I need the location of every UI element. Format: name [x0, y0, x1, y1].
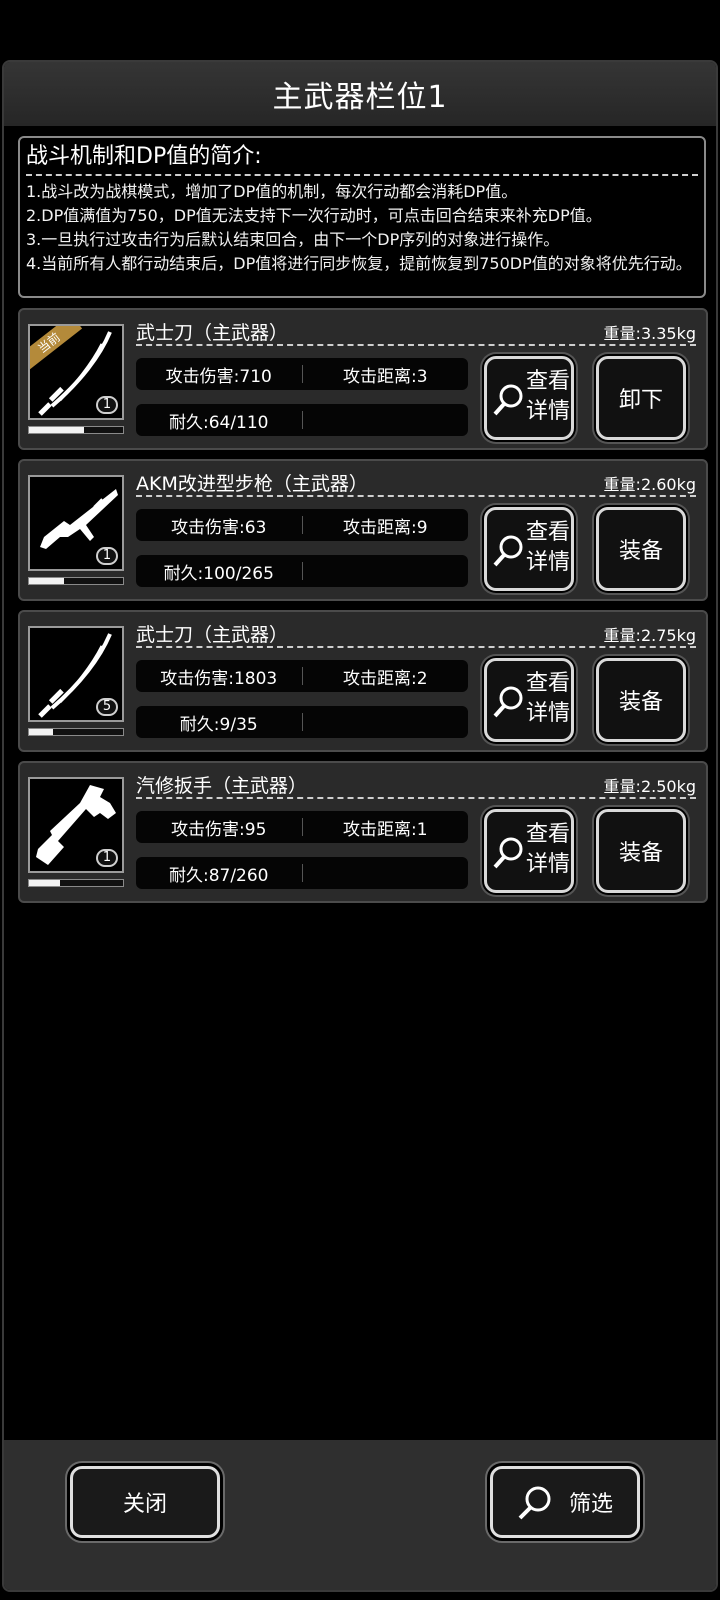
durability-stats: 耐久:87/260 — [136, 857, 468, 889]
view-details-label: 查看详情 — [525, 520, 570, 575]
divider — [136, 495, 696, 497]
weapon-card: 当前 1 武士刀（主武器） 重量:3.35kg 攻击伤害:710 攻击距离:3 … — [18, 308, 708, 450]
attack-damage: 攻击伤害:710 — [165, 366, 272, 387]
divider — [136, 646, 696, 648]
attack-range: 攻击距离:1 — [342, 819, 428, 840]
durability-text: 耐久:64/110 — [168, 412, 269, 433]
attack-stats: 攻击伤害:95 攻击距离:1 — [136, 811, 468, 843]
durability-stats: 耐久:64/110 — [136, 404, 468, 436]
weapon-thumbnail[interactable]: 1 — [28, 777, 124, 873]
weapon-name: 武士刀（主武器） — [136, 624, 289, 646]
magnifier-icon — [518, 1486, 551, 1520]
durability-bar — [28, 426, 124, 434]
view-details-label: 查看详情 — [525, 671, 570, 726]
weapon-card: 1 汽修扳手（主武器） 重量:2.50kg 攻击伤害:95 攻击距离:1 耐久:… — [18, 761, 708, 903]
divider — [136, 797, 696, 799]
separator — [301, 562, 303, 580]
weapon-weight: 重量:2.60kg — [603, 475, 696, 494]
title-bar: 主武器栏位1 — [4, 62, 716, 126]
attack-damage: 攻击伤害:63 — [171, 517, 267, 538]
divider — [26, 174, 698, 176]
attack-stats: 攻击伤害:63 攻击距离:9 — [136, 509, 468, 541]
durability-text: 耐久:100/265 — [163, 563, 274, 584]
weapon-thumbnail[interactable]: 1 — [28, 475, 124, 571]
combat-intro-box: 战斗机制和DP值的简介: 1.战斗改为战棋模式，增加了DP值的机制，每次行动都会… — [18, 136, 706, 298]
page-title: 主武器栏位1 — [272, 80, 448, 115]
weapon-card: 1 AKM改进型步枪（主武器） 重量:2.60kg 攻击伤害:63 攻击距离:9… — [18, 459, 708, 601]
close-button[interactable]: 关闭 — [70, 1466, 220, 1538]
weapon-weight: 重量:2.50kg — [603, 777, 696, 796]
attack-range: 攻击距离:9 — [342, 517, 428, 538]
attack-stats: 攻击伤害:710 攻击距离:3 — [136, 358, 468, 390]
filter-button[interactable]: 筛选 — [490, 1466, 640, 1538]
separator — [301, 713, 303, 731]
separator — [301, 864, 303, 882]
equip-button[interactable]: 装备 — [596, 809, 686, 893]
separator — [301, 411, 303, 429]
level-badge: 1 — [96, 396, 118, 414]
view-details-label: 查看详情 — [525, 822, 570, 877]
equip-button[interactable]: 装备 — [596, 507, 686, 591]
magnifier-icon — [493, 837, 523, 869]
view-details-button[interactable]: 查看详情 — [484, 356, 574, 440]
durability-text: 耐久:9/35 — [179, 714, 258, 735]
weapon-thumbnail[interactable]: 当前 1 — [28, 324, 124, 420]
divider — [136, 344, 696, 346]
level-badge: 1 — [96, 547, 118, 565]
attack-damage: 攻击伤害:95 — [171, 819, 267, 840]
attack-range: 攻击距离:2 — [342, 668, 428, 689]
weapon-name: 汽修扳手（主武器） — [136, 775, 308, 797]
intro-line: 4.当前所有人都行动结束后，DP值将进行同步恢复，提前恢复到750DP值的对象将… — [26, 254, 692, 273]
attack-stats: 攻击伤害:1803 攻击距离:2 — [136, 660, 468, 692]
level-badge: 5 — [96, 698, 118, 716]
intro-heading: 战斗机制和DP值的简介: — [26, 144, 262, 169]
weapon-name: AKM改进型步枪（主武器） — [136, 473, 368, 495]
filter-label: 筛选 — [568, 1492, 613, 1517]
attack-range: 攻击距离:3 — [342, 366, 428, 387]
view-details-button[interactable]: 查看详情 — [484, 809, 574, 893]
view-details-label: 查看详情 — [525, 369, 570, 424]
magnifier-icon — [493, 535, 523, 567]
view-details-button[interactable]: 查看详情 — [484, 507, 574, 591]
intro-line: 3.一旦执行过攻击行为后默认结束回合，由下一个DP序列的对象进行操作。 — [26, 230, 560, 249]
unequip-button[interactable]: 卸下 — [596, 356, 686, 440]
weapon-card: 5 武士刀（主武器） 重量:2.75kg 攻击伤害:1803 攻击距离:2 耐久… — [18, 610, 708, 752]
weapon-weight: 重量:2.75kg — [603, 626, 696, 645]
intro-line: 2.DP值满值为750，DP值无法支持下一次行动时，可点击回合结束来补充DP值。 — [26, 206, 602, 225]
durability-bar — [28, 879, 124, 887]
magnifier-icon — [493, 686, 523, 718]
magnifier-icon — [493, 384, 523, 416]
durability-stats: 耐久:9/35 — [136, 706, 468, 738]
view-details-button[interactable]: 查看详情 — [484, 658, 574, 742]
footer-bar: 关闭 筛选 — [4, 1440, 716, 1590]
durability-bar — [28, 577, 124, 585]
weapon-weight: 重量:3.35kg — [603, 324, 696, 343]
weapon-slot-panel: 主武器栏位1 战斗机制和DP值的简介: 1.战斗改为战棋模式，增加了DP值的机制… — [2, 60, 718, 1592]
weapon-thumbnail[interactable]: 5 — [28, 626, 124, 722]
level-badge: 1 — [96, 849, 118, 867]
intro-line: 1.战斗改为战棋模式，增加了DP值的机制，每次行动都会消耗DP值。 — [26, 182, 518, 201]
durability-text: 耐久:87/260 — [168, 865, 269, 886]
durability-stats: 耐久:100/265 — [136, 555, 468, 587]
equip-button[interactable]: 装备 — [596, 658, 686, 742]
weapon-name: 武士刀（主武器） — [136, 322, 289, 344]
durability-bar — [28, 728, 124, 736]
attack-damage: 攻击伤害:1803 — [160, 668, 278, 689]
